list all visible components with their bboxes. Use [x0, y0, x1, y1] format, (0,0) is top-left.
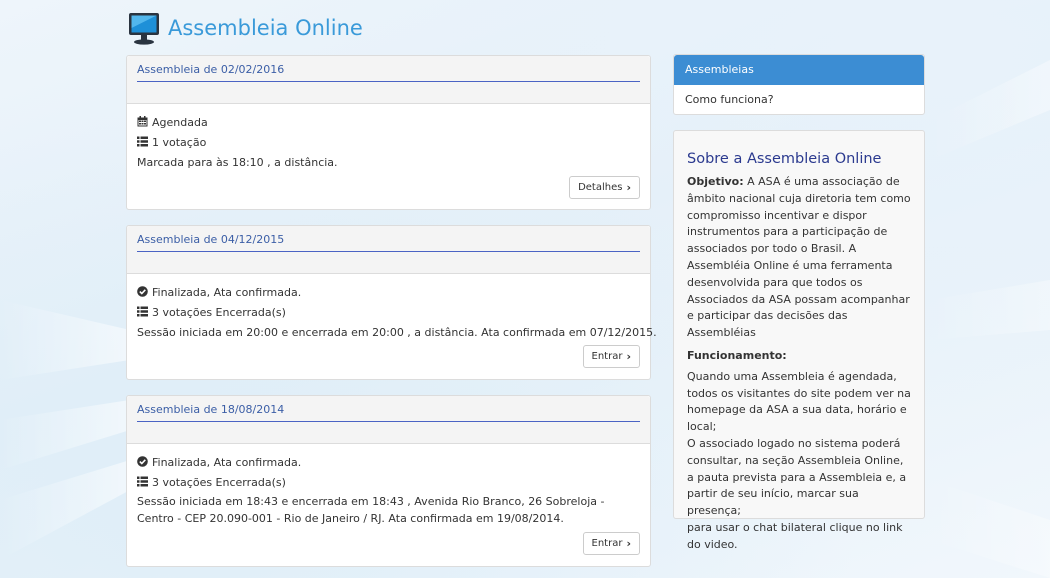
title-divider: [137, 251, 640, 252]
assembly-votes: 3 votações Encerrada(s): [137, 476, 286, 489]
sidebar-item-assembleias[interactable]: Assembleias: [674, 55, 924, 85]
functioning-label: Funcionamento:: [687, 348, 787, 362]
votes-label: 1 votação: [152, 136, 207, 149]
assembly-status: Finalizada, Ata confirmada.: [137, 456, 301, 469]
list-icon: [137, 476, 148, 487]
check-circle-icon: [137, 286, 148, 297]
status-label: Finalizada, Ata confirmada.: [152, 456, 302, 469]
assembly-status: Finalizada, Ata confirmada.: [137, 286, 301, 299]
about-heading: Sobre a Assembleia Online: [687, 151, 882, 167]
title-divider: [137, 81, 640, 82]
list-icon: [137, 136, 148, 147]
assembly-description: Marcada para às 18:10 , a distância.: [137, 156, 338, 169]
details-button[interactable]: Detalhes ›: [569, 176, 640, 199]
assembly-card: Assembleia de 02/02/2016 Agendada 1 vota: [126, 55, 651, 210]
functioning-line: O associado logado no sistema poderá con…: [687, 436, 907, 518]
votes-label: 3 votações Encerrada(s): [152, 476, 286, 489]
objective-label: Objetivo:: [687, 175, 744, 188]
functioning-line: para usar o chat bilateral clique no lin…: [687, 520, 903, 551]
check-circle-icon: [137, 456, 148, 467]
assembly-status: Agendada: [137, 116, 208, 129]
assembly-card-header: Assembleia de 18/08/2014: [127, 396, 650, 444]
assembly-card: Assembleia de 18/08/2014 Finalizada, Ata…: [126, 395, 651, 567]
enter-button[interactable]: Entrar ›: [582, 345, 640, 368]
assembly-card-header: Assembleia de 04/12/2015: [127, 226, 650, 274]
site-title: Assembleia Online: [168, 16, 363, 40]
status-label: Agendada: [152, 116, 208, 129]
sidebar-nav: Assembleias Como funciona?: [673, 54, 925, 115]
assembly-card-header: Assembleia de 02/02/2016: [127, 56, 650, 104]
monitor-logo-icon: [129, 13, 159, 45]
button-label: Detalhes: [578, 182, 623, 193]
assembly-votes: 3 votações Encerrada(s): [137, 306, 286, 319]
button-label: Entrar: [591, 538, 623, 549]
sidebar-item-como-funciona[interactable]: Como funciona?: [674, 85, 924, 115]
assembly-votes: 1 votação: [137, 136, 206, 149]
assembly-description: Sessão iniciada em 18:43 e encerrada em …: [137, 495, 605, 525]
assembly-title: Assembleia de 02/02/2016: [137, 63, 285, 76]
assembly-title: Assembleia de 18/08/2014: [137, 403, 285, 416]
objective-text: A ASA é uma associação de âmbito naciona…: [687, 175, 911, 340]
assembly-title: Assembleia de 04/12/2015: [137, 233, 285, 246]
enter-button[interactable]: Entrar ›: [582, 532, 640, 555]
assembly-description: Sessão iniciada em 20:00 e encerrada em …: [137, 326, 657, 339]
objective-paragraph: Objetivo: A ASA é uma associação de âmbi…: [687, 174, 911, 342]
chevron-right-icon: ›: [626, 350, 631, 363]
list-icon: [137, 306, 148, 317]
functioning-line: Quando uma Assembleia é agendada, todos …: [687, 369, 911, 434]
votes-label: 3 votações Encerrada(s): [152, 306, 286, 319]
assembly-card: Assembleia de 04/12/2015 Finalizada, Ata…: [126, 225, 657, 380]
title-divider: [137, 421, 640, 422]
chevron-right-icon: ›: [626, 181, 631, 194]
about-panel: Sobre a Assembleia Online Objetivo: A AS…: [673, 130, 925, 551]
status-label: Finalizada, Ata confirmada.: [152, 286, 302, 299]
button-label: Entrar: [591, 351, 623, 362]
chevron-right-icon: ›: [626, 537, 631, 550]
calendar-icon: [137, 116, 148, 127]
